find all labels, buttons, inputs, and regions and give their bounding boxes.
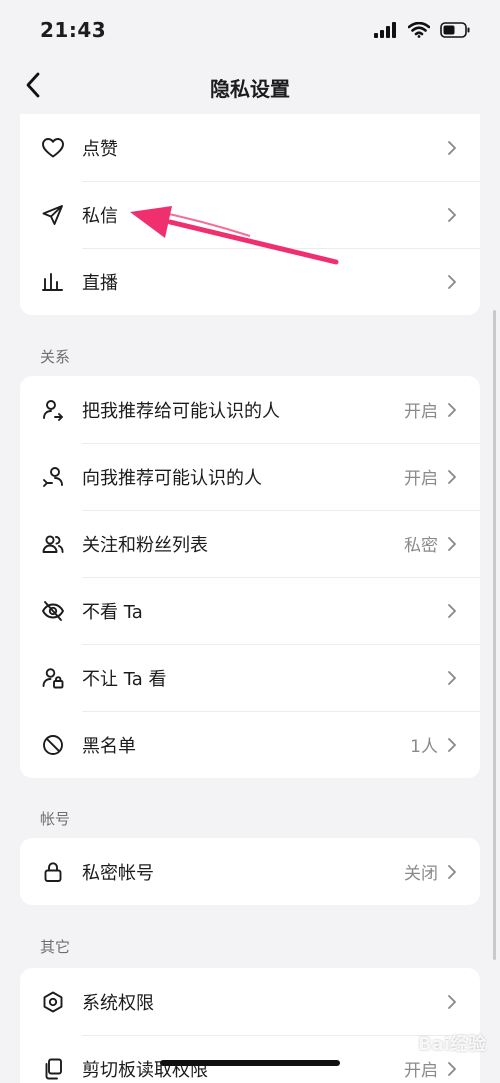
scrollbar[interactable] bbox=[493, 310, 496, 960]
lock-icon bbox=[40, 859, 66, 885]
chevron-right-icon bbox=[448, 737, 456, 752]
settings-row-value: 关闭 bbox=[404, 864, 438, 884]
settings-row-value: 开启 bbox=[404, 469, 438, 489]
battery-icon bbox=[440, 22, 470, 38]
settings-row-value: 开启 bbox=[404, 1061, 438, 1081]
settings-row-system-permissions[interactable]: 系统权限 bbox=[20, 968, 480, 1035]
home-indicator bbox=[160, 1060, 340, 1066]
settings-row-label: 不看 Ta bbox=[82, 601, 143, 623]
settings-row-label: 系统权限 bbox=[82, 992, 154, 1014]
wifi-icon bbox=[408, 22, 430, 38]
clipboard-icon bbox=[40, 1056, 66, 1082]
user-share-icon bbox=[40, 397, 66, 423]
settings-row-label: 黑名单 bbox=[82, 735, 136, 757]
settings-row-label: 点赞 bbox=[82, 138, 118, 160]
user-lock-icon bbox=[40, 665, 66, 691]
settings-row-label: 向我推荐可能认识的人 bbox=[82, 467, 262, 489]
settings-row-label: 把我推荐给可能认识的人 bbox=[82, 400, 280, 422]
chevron-right-icon bbox=[448, 670, 456, 685]
chevron-right-icon bbox=[448, 603, 456, 618]
status-icons bbox=[374, 22, 470, 38]
paper-plane-icon bbox=[40, 202, 66, 228]
settings-row-recommend-to-me[interactable]: 向我推荐可能认识的人 开启 bbox=[20, 443, 480, 510]
cellular-signal-icon bbox=[374, 22, 396, 38]
settings-row-value: 1人 bbox=[410, 737, 438, 757]
settings-row-label: 关注和粉丝列表 bbox=[82, 534, 208, 556]
section-title-account: 帐号 bbox=[40, 810, 71, 828]
settings-row-value: 私密 bbox=[404, 536, 438, 556]
chevron-right-icon bbox=[448, 864, 456, 879]
settings-row-follow-lists[interactable]: 关注和粉丝列表 私密 bbox=[20, 510, 480, 577]
nav-bar: 隐私设置 bbox=[0, 60, 500, 112]
chevron-right-icon bbox=[448, 536, 456, 551]
chevron-right-icon bbox=[448, 274, 456, 289]
settings-row-clipboard-permission[interactable]: 剪切板读取权限 开启 bbox=[20, 1035, 480, 1083]
relations-card: 把我推荐给可能认识的人 开启 向我推荐可能认识的人 开启 关注和粉丝列表 私密 … bbox=[20, 376, 480, 778]
account-card: 私密帐号 关闭 bbox=[20, 838, 480, 905]
settings-row-likes[interactable]: 点赞 bbox=[20, 114, 480, 181]
settings-row-label: 私信 bbox=[82, 205, 118, 227]
settings-row-label: 直播 bbox=[82, 272, 118, 294]
heart-icon bbox=[40, 135, 66, 161]
settings-row-private-account[interactable]: 私密帐号 关闭 bbox=[20, 838, 480, 905]
block-icon bbox=[40, 732, 66, 758]
chevron-right-icon bbox=[448, 1061, 456, 1076]
settings-row-live[interactable]: 直播 bbox=[20, 248, 480, 315]
settings-row-messages[interactable]: 私信 bbox=[20, 181, 480, 248]
settings-row-label: 不让 Ta 看 bbox=[82, 668, 167, 690]
settings-row-blocklist[interactable]: 黑名单 1人 bbox=[20, 711, 480, 778]
live-bars-icon bbox=[40, 269, 66, 295]
settings-row-value: 开启 bbox=[404, 402, 438, 422]
chevron-right-icon bbox=[448, 994, 456, 1009]
user-receive-icon bbox=[40, 464, 66, 490]
status-time: 21:43 bbox=[40, 18, 107, 42]
chevron-right-icon bbox=[448, 402, 456, 417]
settings-row-dont-see[interactable]: 不看 Ta bbox=[20, 577, 480, 644]
eye-off-icon bbox=[40, 598, 66, 624]
chevron-right-icon bbox=[448, 469, 456, 484]
hexagon-settings-icon bbox=[40, 989, 66, 1015]
page-title: 隐私设置 bbox=[210, 77, 290, 101]
users-icon bbox=[40, 531, 66, 557]
section-title-relations: 关系 bbox=[40, 348, 71, 366]
interaction-settings-card: 点赞 私信 直播 bbox=[20, 114, 480, 315]
section-title-other: 其它 bbox=[40, 938, 71, 956]
settings-row-recommend-me[interactable]: 把我推荐给可能认识的人 开启 bbox=[20, 376, 480, 443]
settings-row-label: 私密帐号 bbox=[82, 862, 154, 884]
chevron-right-icon bbox=[448, 207, 456, 222]
chevron-right-icon bbox=[448, 140, 456, 155]
status-bar: 21:43 bbox=[0, 0, 500, 60]
watermark: Bai经验 bbox=[417, 1034, 486, 1055]
settings-row-hide-from[interactable]: 不让 Ta 看 bbox=[20, 644, 480, 711]
